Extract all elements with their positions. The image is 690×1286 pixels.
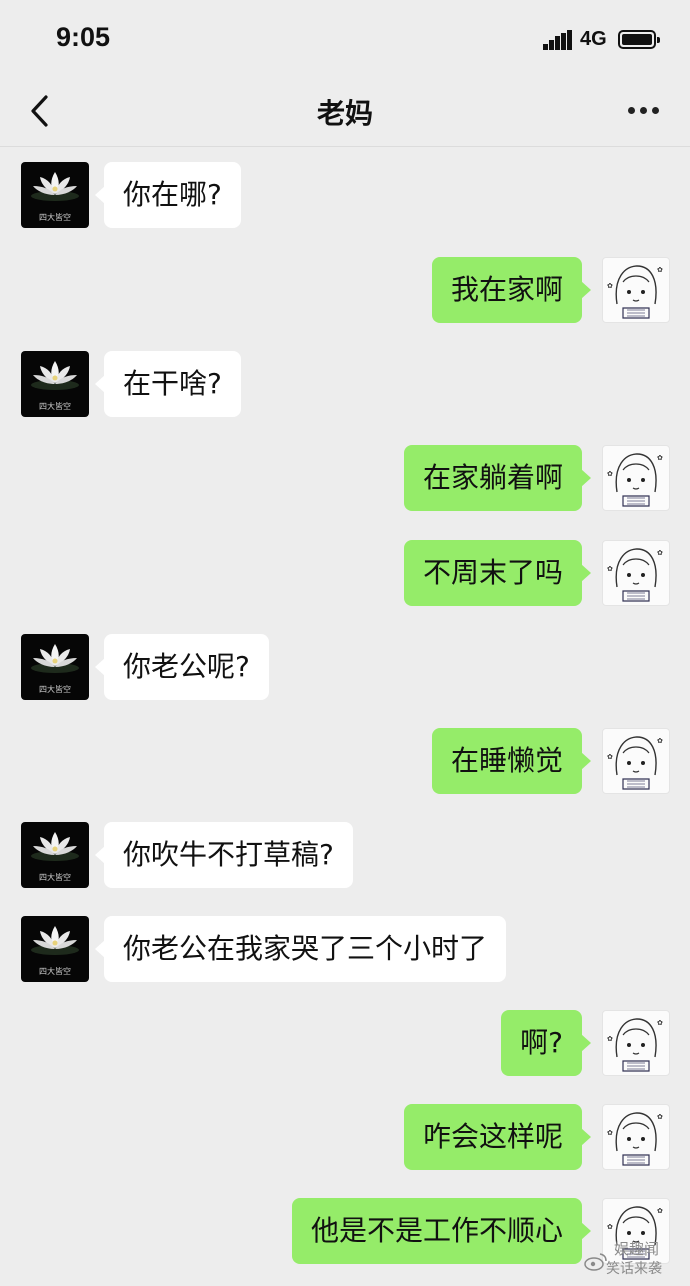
- chat-header: 老妈: [0, 78, 690, 147]
- svg-text:✿: ✿: [607, 470, 613, 478]
- cartoon-girl-icon: ✿ ✿: [607, 1018, 663, 1072]
- svg-text:✿: ✿: [657, 1113, 663, 1121]
- contact-avatar[interactable]: 四大皆空: [21, 351, 89, 417]
- svg-text:✿: ✿: [657, 266, 663, 274]
- watermark-line2: 笑话来袭: [606, 1261, 662, 1277]
- cartoon-girl-icon: ✿ ✿: [607, 453, 663, 507]
- svg-text:✿: ✿: [657, 1207, 663, 1215]
- weibo-icon: [584, 1253, 607, 1271]
- message-bubble[interactable]: 你老公呢?: [95, 634, 269, 700]
- chat-title: 老妈: [316, 97, 373, 130]
- contact-avatar[interactable]: 四大皆空: [21, 822, 89, 888]
- battery-icon: [618, 30, 660, 49]
- my-avatar[interactable]: ✿ ✿: [602, 728, 670, 794]
- message-bubble[interactable]: 你老公在我家哭了三个小时了: [94, 916, 507, 982]
- my-avatar[interactable]: ✿ ✿: [602, 1010, 670, 1076]
- svg-text:✿: ✿: [607, 753, 613, 761]
- lotus-icon: [31, 172, 79, 201]
- avatar-caption: 四大皆空: [39, 873, 71, 882]
- avatar-caption: 四大皆空: [39, 213, 71, 222]
- message-bubble[interactable]: 在干啥?: [95, 351, 241, 417]
- lotus-icon: [31, 644, 79, 673]
- contact-avatar[interactable]: 四大皆空: [21, 634, 89, 700]
- message-bubble[interactable]: 不周末了吗: [403, 540, 592, 606]
- message-bubble[interactable]: 在睡懒觉: [431, 728, 592, 794]
- message-bubble[interactable]: 你吹牛不打草稿?: [95, 822, 353, 888]
- message-bubble[interactable]: 啊?: [501, 1010, 591, 1076]
- avatar-caption: 四大皆空: [39, 685, 71, 694]
- svg-text:✿: ✿: [607, 565, 613, 573]
- cartoon-girl-icon: ✿ ✿: [607, 736, 663, 790]
- svg-text:✿: ✿: [607, 1129, 613, 1137]
- avatar-caption: 四大皆空: [39, 967, 71, 976]
- message-bubble[interactable]: 咋会这样呢: [403, 1104, 592, 1170]
- network-type: 4G: [580, 28, 607, 50]
- svg-text:✿: ✿: [607, 282, 613, 290]
- message-bubble[interactable]: 他是不是工作不顺心: [291, 1198, 592, 1264]
- my-avatar[interactable]: ✿ ✿: [602, 445, 670, 511]
- more-icon[interactable]: [622, 98, 666, 122]
- cartoon-girl-icon: ✿ ✿: [607, 265, 663, 319]
- lotus-icon: [31, 926, 79, 955]
- cartoon-girl-icon: ✿ ✿: [607, 1112, 663, 1166]
- signal-icon: [543, 30, 573, 50]
- message-bubble[interactable]: 在家躺着啊: [403, 445, 592, 511]
- status-time: 9:05: [56, 22, 111, 52]
- lotus-icon: [31, 832, 79, 861]
- contact-avatar[interactable]: 四大皆空: [21, 916, 89, 982]
- svg-text:✿: ✿: [657, 549, 663, 557]
- status-bar: 9:05 4G: [0, 0, 690, 78]
- svg-text:✿: ✿: [657, 454, 663, 462]
- svg-text:✿: ✿: [607, 1223, 613, 1231]
- message-bubble[interactable]: 你在哪?: [95, 162, 241, 228]
- contact-avatar[interactable]: 四大皆空: [21, 162, 89, 228]
- my-avatar[interactable]: ✿ ✿: [602, 257, 670, 323]
- watermark-line1: 娱趣闻: [614, 1240, 660, 1258]
- cartoon-girl-icon: ✿ ✿: [607, 548, 663, 602]
- watermark: 娱趣闻 笑话来袭: [584, 1240, 684, 1278]
- avatar-caption: 四大皆空: [39, 402, 71, 411]
- message-bubble[interactable]: 我在家啊: [431, 257, 592, 323]
- lotus-icon: [31, 361, 79, 390]
- svg-text:✿: ✿: [657, 737, 663, 745]
- my-avatar[interactable]: ✿ ✿: [602, 1104, 670, 1170]
- svg-text:✿: ✿: [657, 1019, 663, 1027]
- svg-text:✿: ✿: [607, 1035, 613, 1043]
- my-avatar[interactable]: ✿ ✿: [602, 540, 670, 606]
